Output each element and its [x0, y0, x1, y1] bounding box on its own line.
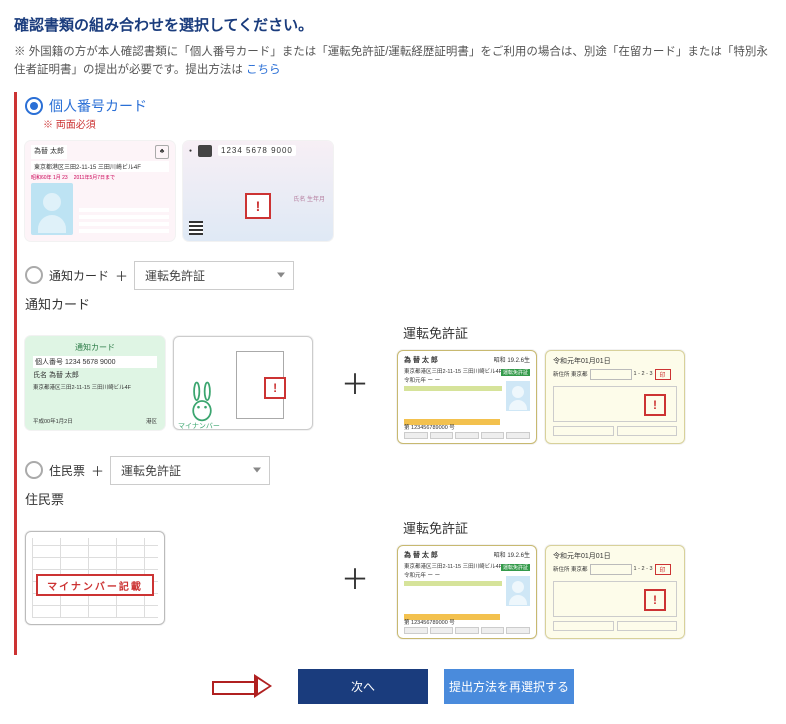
plus-icon: ＋: [323, 363, 387, 403]
license-photo-icon: [506, 576, 530, 606]
ic-chip-icon: [198, 145, 212, 157]
license-front: 為 替 太 郎昭和 19.2.6生 東京都港区三田2-11-15 三田川崎ビル4…: [397, 350, 537, 444]
tsuchi-heading: 通知カード: [17, 290, 772, 317]
mynumber-card-back: ● 1234 5678 9000 ! 氏名 生年月: [183, 141, 333, 241]
radio-juminhyo[interactable]: [25, 461, 43, 479]
select-tsuchi-secondary[interactable]: 運転免許証: [134, 261, 294, 290]
select-juminhyo-secondary[interactable]: 運転免許証: [110, 456, 270, 485]
instruction-arrow-icon: [212, 675, 272, 697]
warning-icon: !: [644, 394, 666, 416]
mn-expiry: 2011年5月7日まで: [74, 174, 115, 181]
mn-back-text: 氏名 生年月: [293, 194, 325, 203]
mn-name: 為替 太郎: [31, 145, 67, 159]
notice-text: ※ 外国籍の方が本人確認書類に「個人番号カード」または「運転免許証/運転経歴証明…: [14, 46, 768, 76]
radio-tsuchi[interactable]: [25, 266, 43, 284]
license-back: 令和元年01月01日 新住所 東京都1 - 2 - 3印 !: [545, 350, 685, 444]
page-title: 確認書類の組み合わせを選択してください。: [14, 14, 772, 35]
juminhyo-sample: マイナンバー記載: [25, 531, 165, 625]
opt-juminhyo-label: 住民票: [49, 462, 85, 479]
nc-back-label: マイナンバー: [178, 421, 220, 430]
plus-icon: ＋: [323, 558, 387, 598]
mn-address: 東京都港区三田2-11-15 三田川崎ビル4F: [31, 161, 169, 172]
license-chip-icon: 運転免許証: [501, 369, 530, 376]
mn-photo-icon: [31, 183, 73, 235]
nc-title: 通知カード: [33, 342, 157, 353]
mynumber-band: マイナンバー記載: [36, 574, 154, 596]
foreign-notice: ※ 外国籍の方が本人確認書類に「個人番号カード」または「運転免許証/運転経歴証明…: [14, 43, 772, 80]
warning-icon: !: [245, 193, 271, 219]
plus-icon: ＋: [115, 266, 128, 285]
reselect-button[interactable]: 提出方法を再選択する: [444, 669, 574, 704]
mynumber-card-front: 為替 太郎 ♣ 東京都港区三田2-11-15 三田川崎ビル4F 昭和60年 1月…: [25, 141, 175, 241]
opt-mynumber-label: 個人番号カード: [49, 96, 147, 116]
plus-icon: ＋: [91, 461, 104, 480]
tsuchi-card-back: ! マイナンバー: [173, 336, 313, 430]
license-back-2: 令和元年01月01日 新住所 東京都1 - 2 - 3印 !: [545, 545, 685, 639]
license-photo-icon: [506, 381, 530, 411]
mn-back-number: 1234 5678 9000: [218, 145, 296, 156]
mn-logo-icon: ♣: [155, 145, 169, 159]
notice-link[interactable]: こちら: [246, 64, 281, 76]
dl-heading: 運転免許証: [403, 323, 685, 342]
opt-tsuchi-label: 通知カード: [49, 267, 109, 284]
mn-birth: 昭和60年 1月 23: [31, 174, 68, 181]
dl-heading-2: 運転免許証: [403, 518, 685, 537]
radio-mynumber[interactable]: [25, 97, 43, 115]
next-button[interactable]: 次へ: [298, 669, 428, 704]
opt-mynumber-note: ※ 両面必須: [43, 116, 772, 131]
warning-icon: !: [644, 589, 666, 611]
juminhyo-heading: 住民票: [17, 485, 772, 512]
warning-icon: !: [264, 377, 286, 399]
license-front-2: 為 替 太 郎昭和 19.2.6生 東京都港区三田2-11-15 三田川崎ビル4…: [397, 545, 537, 639]
tsuchi-card-front: 通知カード 個人番号 1234 5678 9000 氏名 為替 太郎 東京都港区…: [25, 336, 165, 430]
mynumber-bunny-icon: [184, 379, 220, 423]
qr-code-icon: [189, 221, 203, 235]
